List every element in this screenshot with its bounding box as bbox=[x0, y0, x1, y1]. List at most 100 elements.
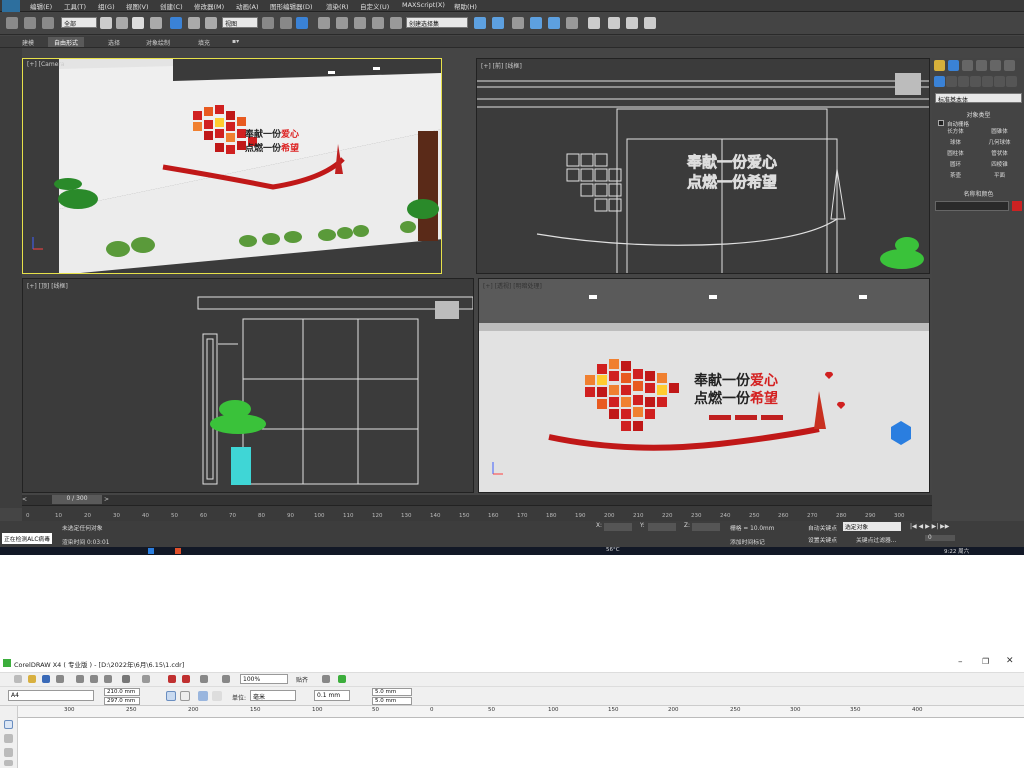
corel-online-icon[interactable] bbox=[338, 675, 346, 683]
nudge-distance-field[interactable]: 0.1 mm bbox=[314, 690, 350, 701]
page-height-field[interactable]: 297.0 mm bbox=[104, 697, 140, 705]
menu-view[interactable]: 视图(V) bbox=[126, 1, 149, 11]
camera-viewport[interactable]: [+] [Camera 奉献一份爱心 点燃一份希望 bbox=[22, 58, 442, 274]
tab-modeling[interactable]: 建模 bbox=[16, 37, 40, 47]
viewport-label[interactable]: [+] [前] [线框] bbox=[481, 61, 522, 70]
frame-counter[interactable]: 0 / 300 bbox=[52, 495, 102, 504]
object-name-field[interactable] bbox=[935, 201, 1009, 211]
utilities-tab-icon[interactable] bbox=[1004, 60, 1015, 71]
zoom-level-dropdown[interactable]: 100% bbox=[240, 674, 288, 684]
lights-icon[interactable] bbox=[958, 76, 969, 87]
add-time-tag[interactable]: 添加时间标记 bbox=[730, 537, 765, 546]
ribbon-options-icon[interactable]: ▪▾ bbox=[226, 37, 245, 47]
tab-populate[interactable]: 填充 bbox=[192, 37, 216, 47]
select-move-icon[interactable] bbox=[170, 17, 182, 29]
undo-icon[interactable] bbox=[6, 17, 18, 29]
maxscript-listener-box[interactable]: 正在检测ALC病毒 bbox=[2, 533, 53, 544]
schematic-view-icon[interactable] bbox=[566, 17, 578, 29]
geometry-icon[interactable] bbox=[934, 76, 945, 87]
page-size-dropdown[interactable]: A4 bbox=[8, 690, 94, 701]
undo-icon[interactable] bbox=[122, 675, 130, 683]
box-button[interactable]: 长方体 bbox=[935, 128, 976, 137]
current-frame-field[interactable]: 0 bbox=[925, 535, 955, 541]
named-selection-set-dropdown[interactable]: 创建选择集 bbox=[406, 17, 468, 28]
tab-selection[interactable]: 选择 bbox=[102, 37, 126, 47]
viewport-label[interactable]: [+] [Camera bbox=[27, 61, 65, 68]
time-slider[interactable]: < 0 / 300 > bbox=[22, 495, 932, 505]
timeline-ruler[interactable]: 0 10 20 30 40 50 60 70 80 90 100 110 120… bbox=[22, 505, 932, 521]
name-color-header[interactable]: 名称和颜色 bbox=[935, 189, 1022, 199]
edit-named-selection-icon[interactable] bbox=[390, 17, 402, 29]
menu-create[interactable]: 创建(C) bbox=[160, 1, 183, 11]
menu-rendering[interactable]: 渲染(R) bbox=[326, 1, 349, 11]
spacewarps-icon[interactable] bbox=[994, 76, 1005, 87]
snap-to-dropdown[interactable]: 贴齐 bbox=[296, 675, 308, 684]
menu-animation[interactable]: 动画(A) bbox=[236, 1, 259, 11]
welcome-screen-icon[interactable] bbox=[222, 675, 230, 683]
teapot-button[interactable]: 茶壶 bbox=[935, 172, 976, 181]
display-tab-icon[interactable] bbox=[990, 60, 1001, 71]
autogrid-checkbox[interactable] bbox=[938, 120, 944, 126]
menu-customize[interactable]: 自定义(U) bbox=[360, 1, 389, 11]
layer-manager-icon[interactable] bbox=[512, 17, 524, 29]
perspective-viewport[interactable]: [+] [透视] [明暗处理] 奉献一份爱心 点燃一份希望 bbox=[478, 278, 930, 493]
page-width-field[interactable]: 210.0 mm bbox=[104, 688, 140, 696]
select-rotate-icon[interactable] bbox=[188, 17, 200, 29]
tab-object-paint[interactable]: 对象绘制 bbox=[140, 37, 176, 47]
set-key-label[interactable]: 设置关键点 bbox=[808, 535, 837, 544]
auto-key-label[interactable]: 自动关键点 bbox=[808, 523, 837, 532]
key-filters-button[interactable]: 关键点过滤器... bbox=[856, 535, 896, 544]
align-icon[interactable] bbox=[492, 17, 504, 29]
sphere-button[interactable]: 球体 bbox=[935, 139, 976, 148]
pyramid-button[interactable]: 四棱锥 bbox=[979, 161, 1020, 170]
minimize-icon[interactable]: – bbox=[958, 657, 963, 667]
hierarchy-tab-icon[interactable] bbox=[962, 60, 973, 71]
y-coordinate-field[interactable] bbox=[648, 523, 676, 531]
options-icon[interactable] bbox=[322, 675, 330, 683]
plane-button[interactable]: 平面 bbox=[979, 172, 1020, 181]
graphite-toggle-icon[interactable] bbox=[530, 17, 542, 29]
create-tab-icon[interactable] bbox=[934, 60, 945, 71]
taskbar-app-icon[interactable] bbox=[175, 548, 181, 554]
percent-snap-icon[interactable] bbox=[354, 17, 366, 29]
viewport-label[interactable]: [+] [透视] [明暗处理] bbox=[483, 281, 542, 290]
duplicate-x-field[interactable]: 5.0 mm bbox=[372, 688, 412, 696]
app-logo-icon[interactable] bbox=[2, 0, 20, 12]
mirror-icon[interactable] bbox=[474, 17, 486, 29]
x-coordinate-field[interactable] bbox=[604, 523, 632, 531]
drawing-canvas[interactable] bbox=[18, 718, 1024, 768]
shape-tool-icon[interactable] bbox=[4, 734, 13, 743]
object-type-header[interactable]: 对象类型 bbox=[935, 110, 1022, 120]
angle-snap-icon[interactable] bbox=[336, 17, 348, 29]
current-page-icon[interactable] bbox=[212, 691, 222, 701]
top-viewport[interactable]: [+] [顶] [线框] bbox=[22, 278, 474, 493]
manipulate-icon[interactable] bbox=[280, 17, 292, 29]
reference-coordinate-dropdown[interactable]: 视图 bbox=[222, 17, 258, 28]
snaps-toggle-icon[interactable] bbox=[318, 17, 330, 29]
save-icon[interactable] bbox=[42, 675, 50, 683]
menu-modifiers[interactable]: 修改器(M) bbox=[194, 1, 224, 11]
import-icon[interactable] bbox=[168, 675, 176, 683]
crop-tool-icon[interactable] bbox=[4, 748, 13, 757]
key-mode-dropdown[interactable]: 选定对象 bbox=[843, 522, 901, 531]
rect-selection-icon[interactable] bbox=[132, 17, 144, 29]
units-dropdown[interactable]: 毫米 bbox=[250, 690, 296, 701]
object-color-swatch[interactable] bbox=[1012, 201, 1022, 211]
render-setup-icon[interactable] bbox=[608, 17, 620, 29]
curve-editor-icon[interactable] bbox=[548, 17, 560, 29]
menu-edit[interactable]: 编辑(E) bbox=[30, 1, 52, 11]
motion-tab-icon[interactable] bbox=[976, 60, 987, 71]
select-scale-icon[interactable] bbox=[205, 17, 217, 29]
select-by-name-icon[interactable] bbox=[116, 17, 128, 29]
cut-icon[interactable] bbox=[76, 675, 84, 683]
all-pages-icon[interactable] bbox=[198, 691, 208, 701]
tube-button[interactable]: 管状体 bbox=[979, 150, 1020, 159]
bind-spacewarp-icon[interactable] bbox=[42, 17, 54, 29]
menu-help[interactable]: 帮助(H) bbox=[454, 1, 477, 11]
cone-button[interactable]: 圆锥体 bbox=[979, 128, 1020, 137]
helpers-icon[interactable] bbox=[982, 76, 993, 87]
application-launcher-icon[interactable] bbox=[200, 675, 208, 683]
keyboard-shortcut-icon[interactable] bbox=[296, 17, 308, 29]
restore-icon[interactable]: ❐ bbox=[982, 657, 989, 666]
duplicate-y-field[interactable]: 5.0 mm bbox=[372, 697, 412, 705]
